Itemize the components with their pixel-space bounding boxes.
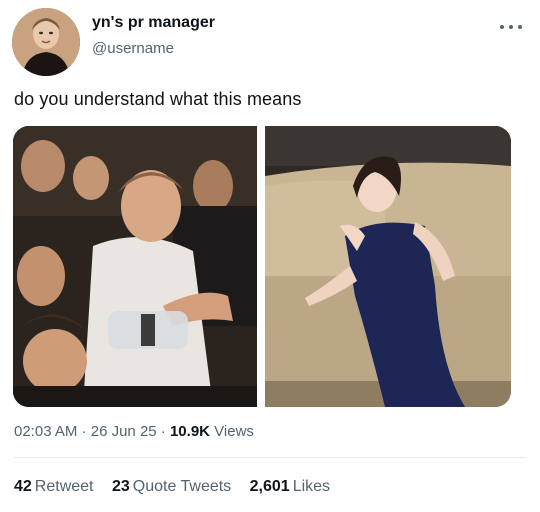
divider <box>14 457 526 458</box>
tweet-date: 26 Jun 25 <box>90 423 157 440</box>
likes-stat[interactable]: 2,601 Likes <box>250 478 330 495</box>
avatar-image <box>12 8 80 76</box>
party-photo-image <box>13 126 257 407</box>
tweet-metadata: 02:03 AM · 26 Jun 25 · 10.9K Views <box>14 423 254 440</box>
sofa-photo-image <box>265 126 511 407</box>
tweet-stats: 42 Retweet 23 Quote Tweets 2,601 Likes <box>14 478 344 496</box>
likes-count: 2,601 <box>249 478 290 495</box>
meta-separator: · <box>81 423 87 440</box>
more-horizontal-icon[interactable] <box>500 20 522 34</box>
tweet: yn's pr manager @username do you underst… <box>0 0 540 512</box>
media-photo-right[interactable] <box>265 126 511 407</box>
views-count: 10.9K <box>169 423 210 440</box>
username-handle[interactable]: @username <box>92 40 174 57</box>
tweet-time: 02:03 AM <box>14 423 78 440</box>
retweets-label: Retweet <box>34 478 94 495</box>
likes-label: Likes <box>292 478 331 495</box>
media-photo-left[interactable] <box>13 126 257 407</box>
display-name[interactable]: yn's pr manager <box>92 14 215 32</box>
views-label: Views <box>214 423 254 440</box>
retweets-stat[interactable]: 42 Retweet <box>14 478 94 495</box>
quote-tweets-stat[interactable]: 23 Quote Tweets <box>112 478 231 495</box>
tweet-text: do you understand what this means <box>14 89 302 109</box>
quote-tweets-label: Quote Tweets <box>132 478 232 495</box>
retweets-count: 42 <box>14 478 32 495</box>
avatar[interactable] <box>12 8 80 76</box>
quote-tweets-count: 23 <box>111 478 130 495</box>
meta-separator: · <box>160 423 166 440</box>
